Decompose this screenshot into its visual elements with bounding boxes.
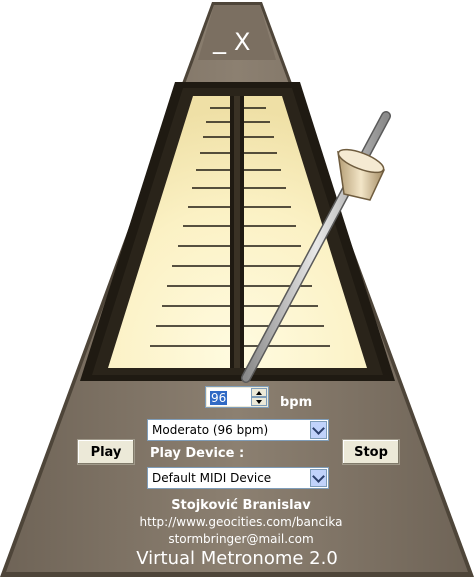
close-icon: X (234, 28, 251, 56)
play-button[interactable]: Play (77, 439, 135, 465)
chevron-down-icon (312, 469, 325, 483)
app-title: Virtual Metronome 2.0 (136, 548, 338, 569)
author-name: Stojković Branislav (171, 498, 311, 513)
author-website-link[interactable]: http://www.geocities.com/bancika (0, 515, 474, 529)
tempo-preset-select[interactable]: Moderato (96 bpm) (147, 419, 329, 441)
metronome-window: _ X 96 bpm Moderato (96 bpm) Play Stop P… (0, 0, 474, 577)
stop-button-label: Stop (354, 444, 388, 460)
play-device-select[interactable]: Default MIDI Device (147, 467, 329, 489)
tempo-increase-button[interactable] (251, 388, 267, 397)
chevron-down-icon (312, 421, 325, 435)
tempo-spinner[interactable]: 96 (205, 386, 269, 408)
pendulum-weight[interactable] (336, 145, 387, 201)
stop-button[interactable]: Stop (342, 439, 400, 465)
tempo-decrease-button[interactable] (251, 397, 267, 406)
tempo-input[interactable]: 96 (207, 388, 251, 406)
bpm-unit-label: bpm (280, 395, 313, 410)
close-button[interactable]: X (234, 30, 250, 54)
play-device-value: Default MIDI Device (152, 471, 272, 485)
tempo-preset-value: Moderato (96 bpm) (152, 423, 269, 437)
minimize-button[interactable]: _ (213, 25, 226, 55)
chevron-down-icon (256, 399, 262, 404)
minimize-icon: _ (213, 25, 226, 55)
chevron-up-icon (256, 390, 262, 395)
tempo-spin-arrows (251, 388, 267, 406)
play-device-dropdown-button[interactable] (310, 469, 327, 487)
tempo-preset-dropdown-button[interactable] (310, 421, 327, 439)
author-email-link[interactable]: stormbringer@mail.com (0, 532, 474, 546)
play-device-label: Play Device : (150, 446, 245, 461)
tempo-value: 96 (210, 391, 228, 405)
play-button-label: Play (90, 444, 122, 460)
metronome-body (0, 2, 474, 577)
